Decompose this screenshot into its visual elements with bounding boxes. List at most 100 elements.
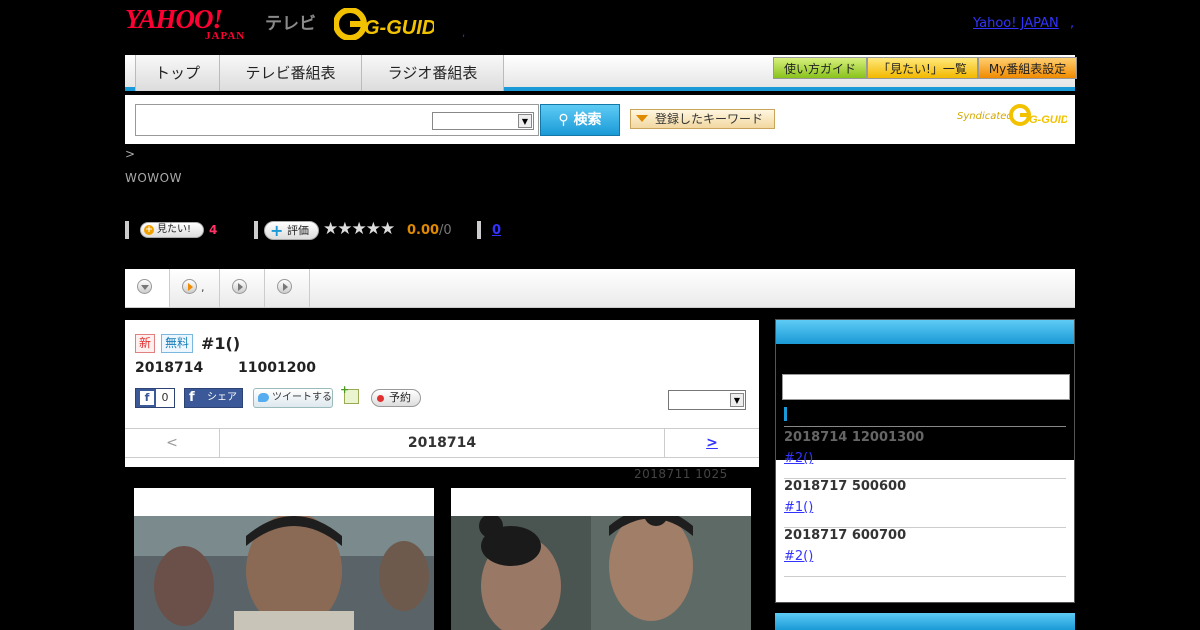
subtab-program-info[interactable] <box>125 269 170 307</box>
play-icon <box>182 279 197 294</box>
divider <box>254 221 258 239</box>
triangle-down-icon <box>636 115 648 122</box>
rate-label: 評価 <box>287 224 309 237</box>
program-photo-image <box>134 516 434 630</box>
schedule-item: 2018717 600700 #2() <box>784 526 1066 577</box>
new-badge: 新 <box>135 334 156 353</box>
channel-name: WOWOW <box>125 171 182 185</box>
program-date: 2018714 <box>135 360 204 376</box>
twitter-bird-icon <box>258 393 269 402</box>
program-photo-1[interactable] <box>134 488 434 630</box>
last-updated: 2018711 1025 <box>634 467 728 481</box>
gguide-logo-text: G-GUIDE <box>364 17 434 39</box>
subtab-related[interactable] <box>265 269 310 307</box>
rate-button[interactable]: + 評価 <box>264 221 319 240</box>
syndicated-logo-text: G-GUIDE <box>1029 114 1067 126</box>
program-date-nav: < 2018714 > <box>125 428 759 458</box>
subtab-reviews[interactable] <box>220 269 265 307</box>
yahoo-japan-logo[interactable]: YAHOO! JAPAN <box>125 4 261 43</box>
gguide-logo[interactable]: G-GUIDE <box>333 7 450 41</box>
search-bar: ▼ ⚲ 検索 登録したキーワード Syndicated G-GUIDE <box>125 95 1077 144</box>
dropdown-arrow-icon: ▼ <box>730 393 744 407</box>
plus-icon: + <box>270 221 284 240</box>
tab-radio-listings[interactable]: ラジオ番組表 <box>362 55 504 91</box>
tab-top[interactable]: トップ <box>136 55 220 91</box>
broadcast-schedule-sidebar: 2018714 12001300 #2() 2018717 500600 #1(… <box>775 319 1075 603</box>
facebook-share-button[interactable]: f シェア <box>184 388 243 408</box>
sidebar-second-header <box>775 613 1075 630</box>
schedule-episode-link[interactable]: #2() <box>784 547 859 566</box>
divider <box>125 221 129 239</box>
schedule-datetime: 2018717 500600 <box>784 479 907 494</box>
subtab-episodes-label: , <box>201 281 205 294</box>
schedule-datetime: 2018717 600700 <box>784 528 907 543</box>
usage-guide-button[interactable]: 使い方ガイド <box>773 57 868 79</box>
facebook-like-button[interactable]: f 0 <box>135 388 175 408</box>
program-photo-image <box>451 516 751 630</box>
search-category-select[interactable]: ▼ <box>432 112 534 130</box>
guide-buttons: 使い方ガイド 「見たい!」一覧 My番組表設定 <box>773 57 1078 79</box>
average-score: 0.00 <box>407 223 440 238</box>
facebook-icon: f <box>140 391 154 405</box>
search-button-label: 検索 <box>573 112 602 128</box>
free-badge: 無料 <box>161 334 194 353</box>
divider <box>784 426 1066 427</box>
rating-count: /0 <box>439 223 452 238</box>
schedule-episode-link[interactable]: #1() <box>784 498 859 517</box>
breadcrumb[interactable]: > <box>125 147 135 161</box>
saved-keywords-button[interactable]: 登録したキーワード <box>630 109 775 129</box>
program-subtabs: , <box>125 269 1075 308</box>
play-icon <box>277 279 292 294</box>
reserve-recording-button[interactable]: 予約 <box>371 389 421 407</box>
plus-icon: + <box>144 225 154 235</box>
facebook-like-count: 0 <box>156 389 174 407</box>
next-program-link[interactable]: > <box>664 429 759 457</box>
japan-logo-text: JAPAN <box>205 30 246 42</box>
divider <box>477 221 481 239</box>
play-icon <box>232 279 247 294</box>
my-listings-settings-button[interactable]: My番組表設定 <box>977 57 1078 79</box>
yahoo-japan-link[interactable]: Yahoo! JAPAN <box>973 16 1059 31</box>
record-dot-icon <box>377 395 384 402</box>
program-title: #1() <box>201 334 241 353</box>
want-count: 4 <box>209 223 218 237</box>
program-time: 11001200 <box>238 360 316 376</box>
schedule-item: 2018714 12001300 #2() <box>784 428 1066 479</box>
yahoo-logo-text: YAHOO! <box>125 4 223 34</box>
global-nav: トップ テレビ番組表 ラジオ番組表 使い方ガイド 「見たい!」一覧 My番組表設… <box>125 55 1078 91</box>
dropdown-circle-icon <box>137 279 152 294</box>
recorder-select[interactable]: ▼ <box>668 390 746 410</box>
schedule-episode-link[interactable]: #2() <box>784 449 859 468</box>
header-dot: , <box>462 28 466 39</box>
header-dot-right: , <box>1070 16 1075 31</box>
schedule-item: 2018717 500600 #1() <box>784 477 1066 528</box>
saved-keywords-label: 登録したキーワード <box>655 112 764 126</box>
prev-program-button[interactable]: < <box>125 429 220 457</box>
star-rating: ★★★★★ <box>323 219 395 239</box>
tweet-button[interactable]: ツイートする <box>253 388 333 408</box>
dropdown-arrow-icon: ▼ <box>518 114 532 128</box>
facebook-share-label: シェア <box>207 392 237 403</box>
want-to-watch-button[interactable]: + 見たい! <box>140 222 204 238</box>
want-to-watch-label: 見たい! <box>157 224 192 235</box>
facebook-icon: f <box>189 390 195 405</box>
search-button[interactable]: ⚲ 検索 <box>540 104 620 136</box>
program-detail-panel: 新 無料 #1() 2018714 11001200 f 0 f シェア ツイー… <box>125 320 759 467</box>
subtab-episodes[interactable]: , <box>170 269 220 307</box>
search-icon: ⚲ <box>558 112 569 128</box>
sidebar-header <box>776 320 1074 344</box>
want-list-button[interactable]: 「見たい!」一覧 <box>867 57 978 79</box>
nav-tabs: トップ テレビ番組表 ラジオ番組表 <box>135 55 504 91</box>
syndicated-label: Syndicated <box>957 111 1013 122</box>
syndicated-gguide-logo: G-GUIDE <box>1009 103 1077 127</box>
divider <box>784 576 1066 577</box>
tweet-label: ツイートする <box>272 392 332 403</box>
current-program-date: 2018714 <box>407 435 477 451</box>
sidebar-search-input[interactable] <box>782 374 1070 400</box>
schedule-datetime: 2018714 12001300 <box>784 430 925 445</box>
calendar-add-icon[interactable] <box>340 383 359 404</box>
tab-tv-listings[interactable]: テレビ番組表 <box>220 55 362 91</box>
reserve-label: 予約 <box>389 391 411 404</box>
review-count-link[interactable]: 0 <box>492 223 501 238</box>
program-photo-2[interactable] <box>451 488 751 630</box>
